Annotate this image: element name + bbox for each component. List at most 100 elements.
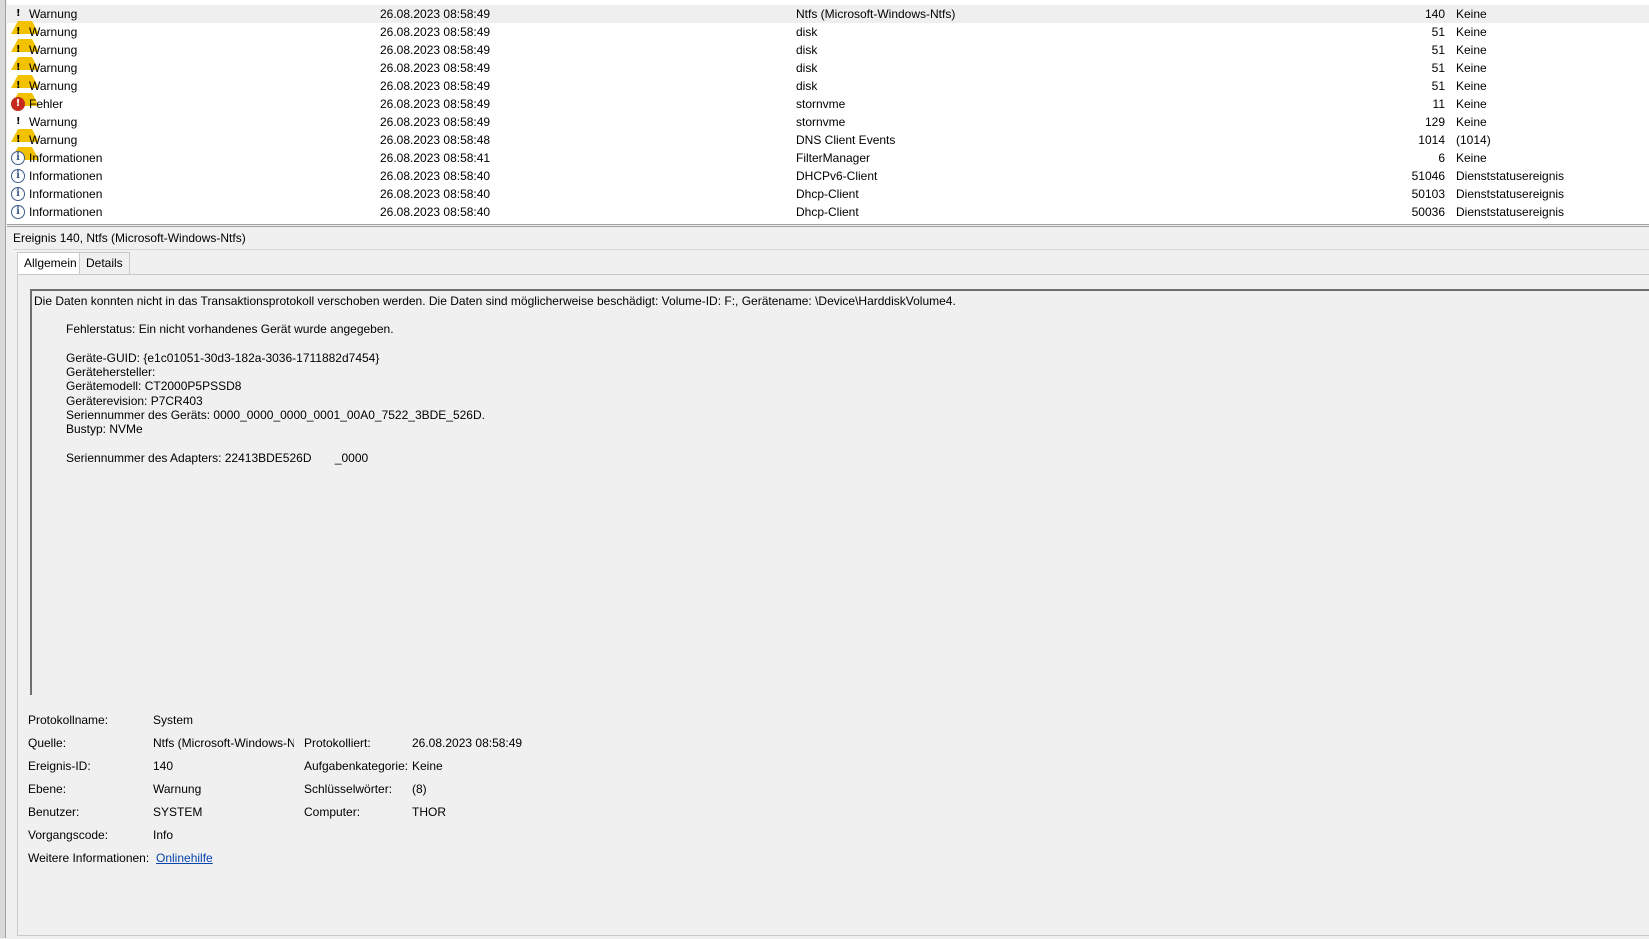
event-level-text: Warnung <box>29 7 78 21</box>
event-id-cell: 50036 <box>1411 205 1445 219</box>
event-id-cell: 51 <box>1431 61 1445 75</box>
event-level-text: Warnung <box>29 61 78 75</box>
event-source-cell: disk <box>796 43 818 57</box>
event-source-cell: stornvme <box>796 115 846 129</box>
message-error-status: Fehlerstatus: Ein nicht vorhandenes Gerä… <box>66 322 394 336</box>
event-details-pane: Ereignis 140, Ntfs (Microsoft-Windows-Nt… <box>7 226 1649 939</box>
event-source-cell: disk <box>796 79 818 93</box>
event-date-cell: 26.08.2023 08:58:40 <box>380 187 491 201</box>
event-source-cell: disk <box>796 25 818 39</box>
event-date-cell: 26.08.2023 08:58:41 <box>380 151 491 165</box>
event-source-cell: DHCPv6-Client <box>796 169 878 183</box>
event-category-cell: Keine <box>1456 151 1487 165</box>
information-icon: i <box>11 187 25 201</box>
prop-logged-label: Protokolliert: <box>304 736 371 750</box>
tab-general[interactable]: Allgemein <box>17 252 84 276</box>
event-list[interactable]: Warnung 26.08.2023 08:58:49 Ntfs (Microsof… <box>7 0 1649 225</box>
tab-general-content: Die Daten konnten nicht in das Transakti… <box>17 274 1649 936</box>
event-row[interactable]: Warnung 26.08.2023 08:58:49 disk 51 Keine <box>7 77 1649 106</box>
prop-level-label: Ebene: <box>28 782 67 796</box>
message-bus-type: Bustyp: NVMe <box>66 422 143 436</box>
event-source-cell: Ntfs (Microsoft-Windows-Ntfs) <box>796 7 956 21</box>
information-icon: i <box>11 205 25 219</box>
prop-source-label: Quelle: <box>28 736 67 750</box>
prop-keywords-label: Schlüsselwörter: <box>304 782 393 796</box>
event-level-cell: i Informationen <box>11 203 351 221</box>
message-adapter-serial: Seriennummer des Adapters: 22413BDE526D … <box>66 451 369 465</box>
event-row[interactable]: i Informationen 26.08.2023 08:58:40 Dhcp-Cl… <box>7 185 1649 203</box>
event-id-cell: 129 <box>1424 115 1445 129</box>
event-level-cell: Warnung <box>11 23 351 52</box>
event-level-text: Warnung <box>29 25 78 39</box>
event-category-cell: Keine <box>1456 25 1487 39</box>
prop-level-value: Warnung <box>153 782 202 796</box>
message-model: Gerätemodell: CT2000P5PSSD8 <box>66 379 242 393</box>
event-row[interactable]: i Informationen 26.08.2023 08:58:40 DHCPv6-… <box>7 167 1649 185</box>
event-level-text: Warnung <box>29 133 78 147</box>
event-id-cell: 50103 <box>1411 187 1445 201</box>
online-help-link[interactable]: Onlinehilfe <box>156 851 213 865</box>
event-row[interactable]: ! Fehler 26.08.2023 08:58:49 stornvme 11 Kein… <box>7 95 1649 113</box>
event-row[interactable]: i Informationen 26.08.2023 08:58:40 Dhcp-Cl… <box>7 203 1649 221</box>
event-row[interactable]: Warnung 26.08.2023 08:58:48 DNS Client Eve… <box>7 131 1649 160</box>
event-level-cell: Warnung <box>11 41 351 70</box>
tab-details[interactable]: Details <box>79 252 130 275</box>
event-level-text: Informationen <box>29 169 103 183</box>
event-row[interactable]: Warnung 26.08.2023 08:58:49 disk 51 Keine <box>7 23 1649 52</box>
event-level-cell: i Informationen <box>11 167 351 185</box>
event-row[interactable]: Warnung 26.08.2023 08:58:49 disk 51 Keine <box>7 59 1649 88</box>
event-level-text: Fehler <box>29 97 64 111</box>
prop-event-id-label: Ereignis-ID: <box>28 759 91 773</box>
event-level-cell: ! Fehler <box>11 95 351 113</box>
event-date-cell: 26.08.2023 08:58:49 <box>380 97 491 111</box>
prop-task-category-label: Aufgabenkategorie: <box>304 759 409 773</box>
event-row[interactable]: i Informationen 26.08.2023 08:58:41 FilterM… <box>7 149 1649 167</box>
event-date-cell: 26.08.2023 08:58:49 <box>380 25 491 39</box>
event-category-cell: Keine <box>1456 43 1487 57</box>
prop-opcode-label: Vorgangscode: <box>28 828 109 842</box>
event-date-cell: 26.08.2023 08:58:49 <box>380 79 491 93</box>
prop-log-name-value: System <box>153 713 194 727</box>
event-source-cell: DNS Client Events <box>796 133 896 147</box>
event-details-title: Ereignis 140, Ntfs (Microsoft-Windows-Nt… <box>13 227 1649 250</box>
prop-computer-value: THOR <box>412 805 446 819</box>
prop-keywords-value: (8) <box>412 782 427 796</box>
event-category-cell: Keine <box>1456 61 1487 75</box>
event-category-cell: Keine <box>1456 97 1487 111</box>
error-icon: ! <box>11 97 25 111</box>
prop-source-value: Ntfs (Microsoft-Windows-Ntfs) <box>153 736 294 750</box>
message-revision: Geräterevision: P7CR403 <box>66 394 203 408</box>
event-message-box[interactable]: Die Daten konnten nicht in das Transakti… <box>30 289 1649 695</box>
event-date-cell: 26.08.2023 08:58:48 <box>380 133 491 147</box>
prop-user-label: Benutzer: <box>28 805 80 819</box>
event-source-cell: Dhcp-Client <box>796 187 859 201</box>
event-category-cell: Dienststatusereignis <box>1456 205 1565 219</box>
information-icon: i <box>11 169 25 183</box>
event-category-cell: Keine <box>1456 7 1487 21</box>
prop-task-category-value: Keine <box>412 759 443 773</box>
event-level-text: Informationen <box>29 151 103 165</box>
event-date-cell: 26.08.2023 08:58:40 <box>380 205 491 219</box>
event-id-cell: 11 <box>1432 97 1445 111</box>
event-category-cell: Dienststatusereignis <box>1456 187 1565 201</box>
event-category-cell: Keine <box>1456 115 1487 129</box>
window-left-edge <box>0 0 6 938</box>
message-device-guid: Geräte-GUID: {e1c01051-30d3-182a-3036-17… <box>66 351 380 365</box>
event-row[interactable]: Warnung 26.08.2023 08:58:49 Ntfs (Microsof… <box>7 5 1649 34</box>
event-level-cell: Warnung <box>11 77 351 106</box>
event-level-cell: i Informationen <box>11 149 351 167</box>
event-level-cell: Warnung <box>11 113 351 142</box>
event-date-cell: 26.08.2023 08:58:40 <box>380 169 491 183</box>
prop-event-id-value: 140 <box>153 759 174 773</box>
event-level-text: Warnung <box>29 43 78 57</box>
event-level-cell: Warnung <box>11 5 351 34</box>
prop-log-name-label: Protokollname: <box>28 713 109 727</box>
event-row[interactable]: Warnung 26.08.2023 08:58:49 disk 51 Keine <box>7 41 1649 70</box>
prop-logged-value: 26.08.2023 08:58:49 <box>412 736 523 750</box>
event-level-cell: i Informationen <box>11 185 351 203</box>
event-source-cell: FilterManager <box>796 151 871 165</box>
event-row[interactable]: Warnung 26.08.2023 08:58:49 stornvme 129 Kei… <box>7 113 1649 142</box>
event-id-cell: 51 <box>1431 25 1445 39</box>
event-id-cell: 51 <box>1431 43 1445 57</box>
event-level-cell: Warnung <box>11 59 351 88</box>
